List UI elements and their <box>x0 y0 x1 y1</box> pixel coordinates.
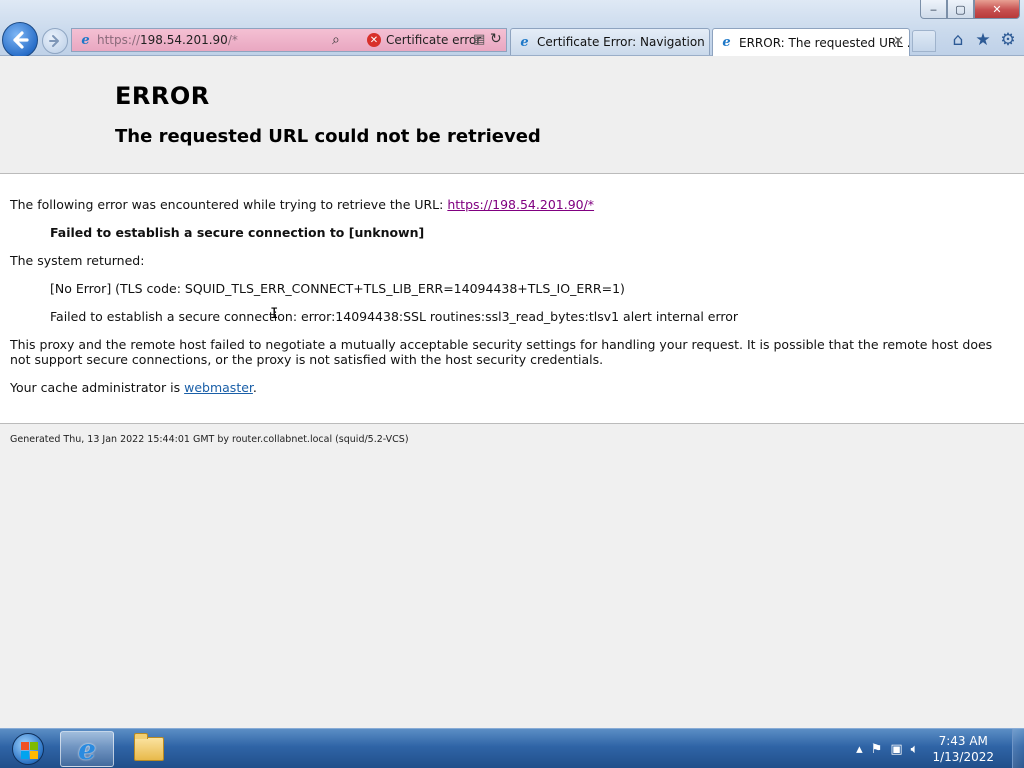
refresh-icon[interactable]: ↻ <box>490 31 502 47</box>
clock-time: 7:43 AM <box>938 734 988 748</box>
gear-icon[interactable]: ⚙ <box>997 29 1019 51</box>
url-path: /* <box>227 33 238 47</box>
error-header: ERROR The requested URL could not be ret… <box>0 56 1024 174</box>
internet-explorer-icon: e <box>78 732 96 766</box>
minimize-button[interactable]: ‒ <box>920 0 947 19</box>
webmaster-link[interactable]: webmaster <box>184 380 253 395</box>
back-button[interactable] <box>2 22 38 58</box>
address-bar[interactable]: e https://198.54.201.90/* ⌕ ✕ Certificat… <box>71 28 507 52</box>
close-icon: ✕ <box>992 2 1002 16</box>
compat-view-icon[interactable]: ▤ <box>473 32 485 47</box>
error-content: The following error was encountered whil… <box>0 174 1024 424</box>
folder-icon <box>134 733 164 761</box>
network-icon[interactable]: ▣ <box>890 742 902 757</box>
taskbar-file-explorer[interactable] <box>122 731 176 767</box>
intro-text: The following error was encountered whil… <box>10 197 448 212</box>
forward-button[interactable] <box>42 28 68 54</box>
home-icon[interactable]: ⌂ <box>947 29 969 51</box>
admin-suffix: . <box>252 380 257 395</box>
taskbar-internet-explorer[interactable]: e <box>60 731 114 767</box>
admin-paragraph: Your cache administrator is webmaster. <box>10 380 1014 395</box>
system-returned-label: The system returned: <box>10 253 145 268</box>
tab-certificate-error[interactable]: e Certificate Error: Navigation Bl... <box>510 28 710 55</box>
clock-date: 1/13/2022 <box>932 750 994 764</box>
windows-logo-icon <box>12 733 44 765</box>
failed-connection-message: Failed to establish a secure connection … <box>50 225 425 240</box>
page-viewport: ERROR The requested URL could not be ret… <box>0 56 1024 728</box>
taskbar: e ▴ ⚑ ▣ 🔈︎ 7:43 AM 1/13/2022 <box>0 728 1024 768</box>
show-desktop-button[interactable] <box>1012 729 1024 768</box>
system-error-detail: Failed to establish a secure connection:… <box>50 309 739 324</box>
explanation-paragraph: This proxy and the remote host failed to… <box>10 337 993 367</box>
close-button[interactable]: ✕ <box>974 0 1020 19</box>
tab-label: Certificate Error: Navigation Bl... <box>537 35 709 49</box>
certificate-error-icon[interactable]: ✕ <box>367 33 381 47</box>
ie-tab-icon: e <box>520 34 529 50</box>
system-error-code: [No Error] (TLS code: SQUID_TLS_ERR_CONN… <box>50 281 625 296</box>
new-tab-button[interactable] <box>912 30 936 52</box>
favorites-star-icon[interactable]: ★ <box>972 29 994 51</box>
intro-paragraph: The following error was encountered whil… <box>10 197 1014 212</box>
url-scheme: https:// <box>97 33 141 47</box>
admin-prefix: Your cache administrator is <box>10 380 185 395</box>
forward-icon <box>49 35 59 47</box>
url-host: 198.54.201.90 <box>140 33 228 47</box>
tab-label: ERROR: The requested URL ... <box>739 35 910 50</box>
window-controls: ‒ ▢ ✕ <box>920 0 1020 19</box>
ie-page-icon: e <box>81 32 90 48</box>
page-subtitle: The requested URL could not be retrieved <box>115 126 541 147</box>
clock[interactable]: 7:43 AM 1/13/2022 <box>932 733 994 765</box>
page-title: ERROR <box>115 82 210 110</box>
back-icon <box>13 31 29 49</box>
search-icon[interactable]: ⌕ <box>332 32 340 48</box>
action-center-flag-icon[interactable]: ⚑ <box>871 742 883 757</box>
start-button[interactable] <box>4 731 52 767</box>
minimize-icon: ‒ <box>930 2 937 16</box>
certificate-error-label[interactable]: Certificate error <box>386 33 481 47</box>
page-footer: Generated Thu, 13 Jan 2022 15:44:01 GMT … <box>10 434 409 445</box>
system-tray: ▴ ⚑ ▣ 🔈︎ 7:43 AM 1/13/2022 <box>852 729 1024 768</box>
volume-icon[interactable]: 🔈︎ <box>911 742 919 757</box>
text-cursor-icon: I <box>270 306 279 322</box>
browser-title-bar: ‒ ▢ ✕ e https://198.54.201.90/* ⌕ ✕ Cert… <box>0 0 1024 58</box>
url-link[interactable]: https://198.54.201.90/* <box>447 197 594 212</box>
close-tab-icon[interactable]: ✕ <box>893 34 904 49</box>
maximize-icon: ▢ <box>955 2 966 16</box>
show-hidden-icons-icon[interactable]: ▴ <box>856 742 863 757</box>
tab-error-active[interactable]: e ERROR: The requested URL ... ✕ <box>712 28 910 56</box>
maximize-button[interactable]: ▢ <box>947 0 974 19</box>
ie-tab-icon: e <box>722 35 731 50</box>
